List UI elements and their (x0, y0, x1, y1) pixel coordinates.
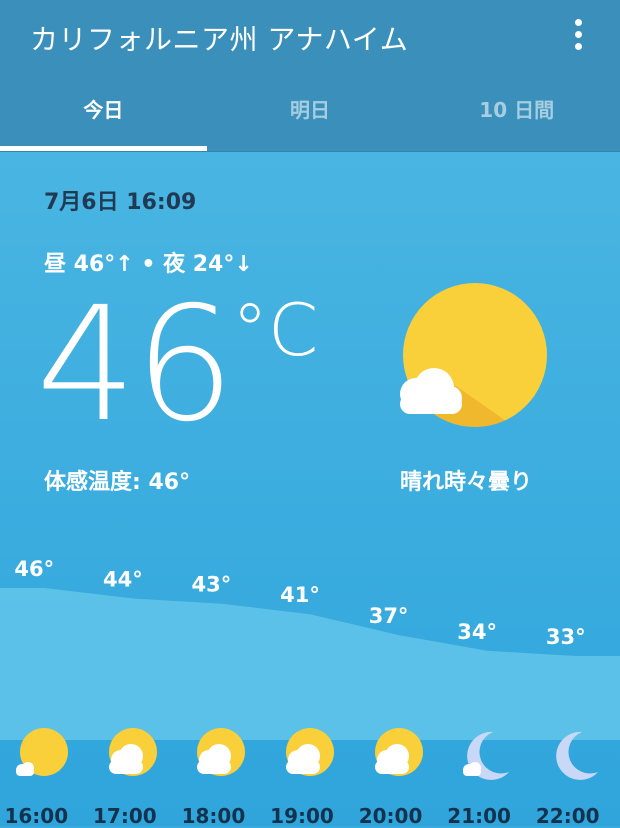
tab-today[interactable]: 今日 (0, 80, 207, 152)
moon-icon (555, 731, 598, 780)
location-title: カリフォルニア州 アナハイム (30, 23, 409, 56)
tab-10-days[interactable]: 10 日間 (413, 80, 620, 152)
more-options-icon[interactable] (566, 14, 590, 54)
tab-tomorrow[interactable]: 明日 (207, 80, 414, 152)
moon-cloud-icon (463, 731, 510, 780)
hour-temperature-label: 43° (192, 573, 232, 597)
current-datetime: 7月6日 16:09 (44, 190, 197, 215)
hour-temperature-label: 33° (546, 625, 586, 649)
hourly-temperature-chart: 46° 44° 43° 41° 37° 34° 33° (0, 557, 620, 740)
hour-time-label: 21:00 (447, 804, 511, 828)
sun-cloud-icon (374, 728, 423, 776)
hourly-forecast: 16:00 17:00 18:00 19:00 20:00 21:00 22:00 (0, 720, 620, 828)
hour-time-label: 18:00 (181, 804, 246, 828)
feels-like-temperature: 体感温度: 46° (44, 470, 191, 495)
app-bar: カリフォルニア州 アナハイム 今日 明日 10 日間 (0, 0, 620, 152)
weather-condition: 晴れ時々曇り (400, 470, 533, 495)
hour-time-label: 16:00 (4, 804, 69, 828)
hour-temperature-label: 34° (457, 620, 497, 644)
tab-bar: 今日 明日 10 日間 (0, 80, 620, 152)
temperature-area (0, 588, 620, 740)
sun-cloud-icon (197, 728, 246, 776)
temperature-unit: °C (232, 288, 319, 372)
hour-time-label: 22:00 (535, 804, 600, 828)
hour-temperature-label: 44° (103, 567, 143, 591)
sun-cloud-icon (108, 728, 157, 776)
current-temperature: 46 (36, 273, 235, 457)
hour-temperature-label: 37° (369, 604, 409, 628)
partly-sunny-icon (400, 283, 547, 427)
hour-time-label: 20:00 (358, 804, 423, 828)
hour-temperature-label: 46° (14, 557, 54, 581)
hour-time-label: 17:00 (93, 804, 157, 828)
hour-time-label: 19:00 (270, 804, 334, 828)
sun-cloud-icon (286, 728, 334, 776)
hour-temperature-label: 41° (280, 583, 320, 607)
sun-cloud-icon (16, 728, 69, 776)
